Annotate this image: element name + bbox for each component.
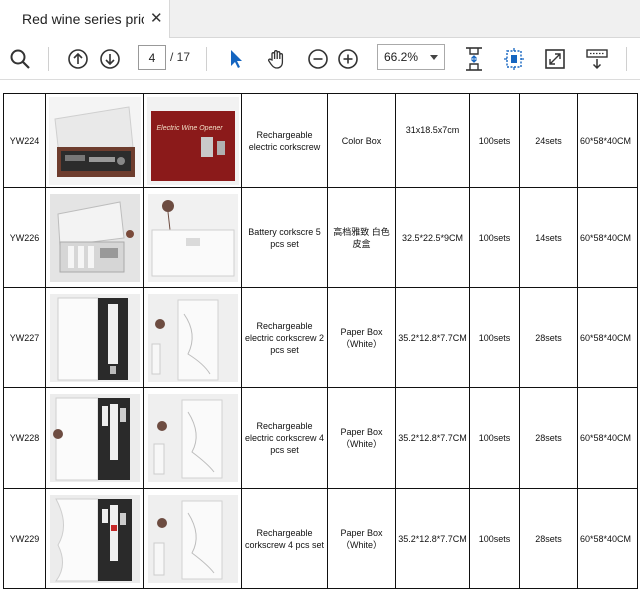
product-photo xyxy=(45,488,144,589)
moq: 100sets xyxy=(469,488,520,589)
packing: Paper Box（White） xyxy=(327,287,396,388)
zoom-value: 66.2% xyxy=(384,50,419,64)
more-tools-icon[interactable] xyxy=(583,45,611,73)
page-total: / 17 xyxy=(170,50,191,64)
toolbar-separator xyxy=(626,47,627,71)
price-table: YW224 Electric Wine Opener Rechargeable … xyxy=(3,93,638,589)
product-photo xyxy=(143,287,242,388)
moq: 100sets xyxy=(469,187,520,288)
carton-size: 60*58*40CM xyxy=(577,187,638,288)
product-photo: Electric Wine Opener xyxy=(143,93,242,188)
box-size: 32.5*22.5*9CM xyxy=(395,187,470,288)
carton-qty: 28sets xyxy=(519,287,578,388)
item-code: YW228 xyxy=(3,387,46,489)
table-row: YW227 Rechargeable electric corkscrew 2 … xyxy=(3,287,638,388)
tab-bar: Red wine series pric... ✕ xyxy=(0,0,640,38)
product-photo xyxy=(45,387,144,489)
toolbar-separator xyxy=(206,47,207,71)
item-code: YW226 xyxy=(3,187,46,288)
moq: 100sets xyxy=(469,387,520,489)
zoom-in-icon[interactable] xyxy=(334,45,362,73)
giftbox-label: Electric Wine Opener xyxy=(156,124,223,132)
fullscreen-icon[interactable] xyxy=(541,45,569,73)
page-up-icon[interactable] xyxy=(64,45,92,73)
page-down-icon[interactable] xyxy=(96,45,124,73)
product-name: Rechargeable electric corkscrew 4 pcs se… xyxy=(241,387,328,489)
close-icon[interactable]: ✕ xyxy=(150,9,163,27)
product-photo xyxy=(143,387,242,489)
carton-qty: 28sets xyxy=(519,387,578,489)
carton-qty: 14sets xyxy=(519,187,578,288)
search-icon[interactable] xyxy=(6,45,34,73)
chevron-down-icon[interactable] xyxy=(430,55,438,60)
document-tab[interactable]: Red wine series pric... ✕ xyxy=(0,0,170,38)
toolbar-separator xyxy=(48,47,49,71)
table-row: YW228 Rechargeable electric corkscrew 4 … xyxy=(3,387,638,489)
box-size: 35.2*12.8*7.7CM xyxy=(395,488,470,589)
packing: 高档雅致 白色皮盒 xyxy=(327,187,396,288)
product-photo xyxy=(45,187,144,288)
carton-size: 60*58*40CM xyxy=(577,488,638,589)
item-code: YW229 xyxy=(3,488,46,589)
product-name: Rechargeable electric corkscrew 2 pcs se… xyxy=(241,287,328,388)
product-name: Rechargeable electric corkscrew xyxy=(241,93,328,188)
box-size: 35.2*12.8*7.7CM xyxy=(395,387,470,489)
moq: 100sets xyxy=(469,93,520,188)
hand-tool-icon[interactable] xyxy=(263,45,291,73)
item-code: YW227 xyxy=(3,287,46,388)
zoom-select[interactable]: 66.2% xyxy=(377,44,445,70)
product-photo xyxy=(143,187,242,288)
zoom-out-icon[interactable] xyxy=(304,45,332,73)
fit-page-icon[interactable] xyxy=(460,45,488,73)
packing: Color Box xyxy=(327,93,396,188)
document-view: YW224 Electric Wine Opener Rechargeable … xyxy=(0,81,640,594)
packing: Paper Box（White） xyxy=(327,488,396,589)
product-photo xyxy=(45,93,144,188)
table-row: YW224 Electric Wine Opener Rechargeable … xyxy=(3,93,638,188)
carton-size: 60*58*40CM xyxy=(577,387,638,489)
carton-size: 60*58*40CM xyxy=(577,93,638,188)
moq: 100sets xyxy=(469,287,520,388)
product-photo xyxy=(45,287,144,388)
page-number-input[interactable]: 4 xyxy=(138,45,166,70)
product-photo xyxy=(143,488,242,589)
carton-qty: 28sets xyxy=(519,488,578,589)
product-name: Battery corkscre 5 pcs set xyxy=(241,187,328,288)
rotate-view-icon[interactable] xyxy=(500,45,528,73)
box-size: 31x18.5x7cm xyxy=(395,93,470,188)
carton-size: 60*58*40CM xyxy=(577,287,638,388)
item-code: YW224 xyxy=(3,93,46,188)
table-row: YW226 Battery corkscre 5 pcs set 高档雅致 白色… xyxy=(3,187,638,288)
tab-title: Red wine series pric... xyxy=(22,11,144,27)
box-size: 35.2*12.8*7.7CM xyxy=(395,287,470,388)
table-row: YW229 Rechargeable corkscrew 4 pcs set P… xyxy=(3,488,638,589)
product-name: Rechargeable corkscrew 4 pcs set xyxy=(241,488,328,589)
packing: Paper Box（White） xyxy=(327,387,396,489)
toolbar xyxy=(0,38,640,80)
select-cursor-icon[interactable] xyxy=(222,45,250,73)
carton-qty: 24sets xyxy=(519,93,578,188)
